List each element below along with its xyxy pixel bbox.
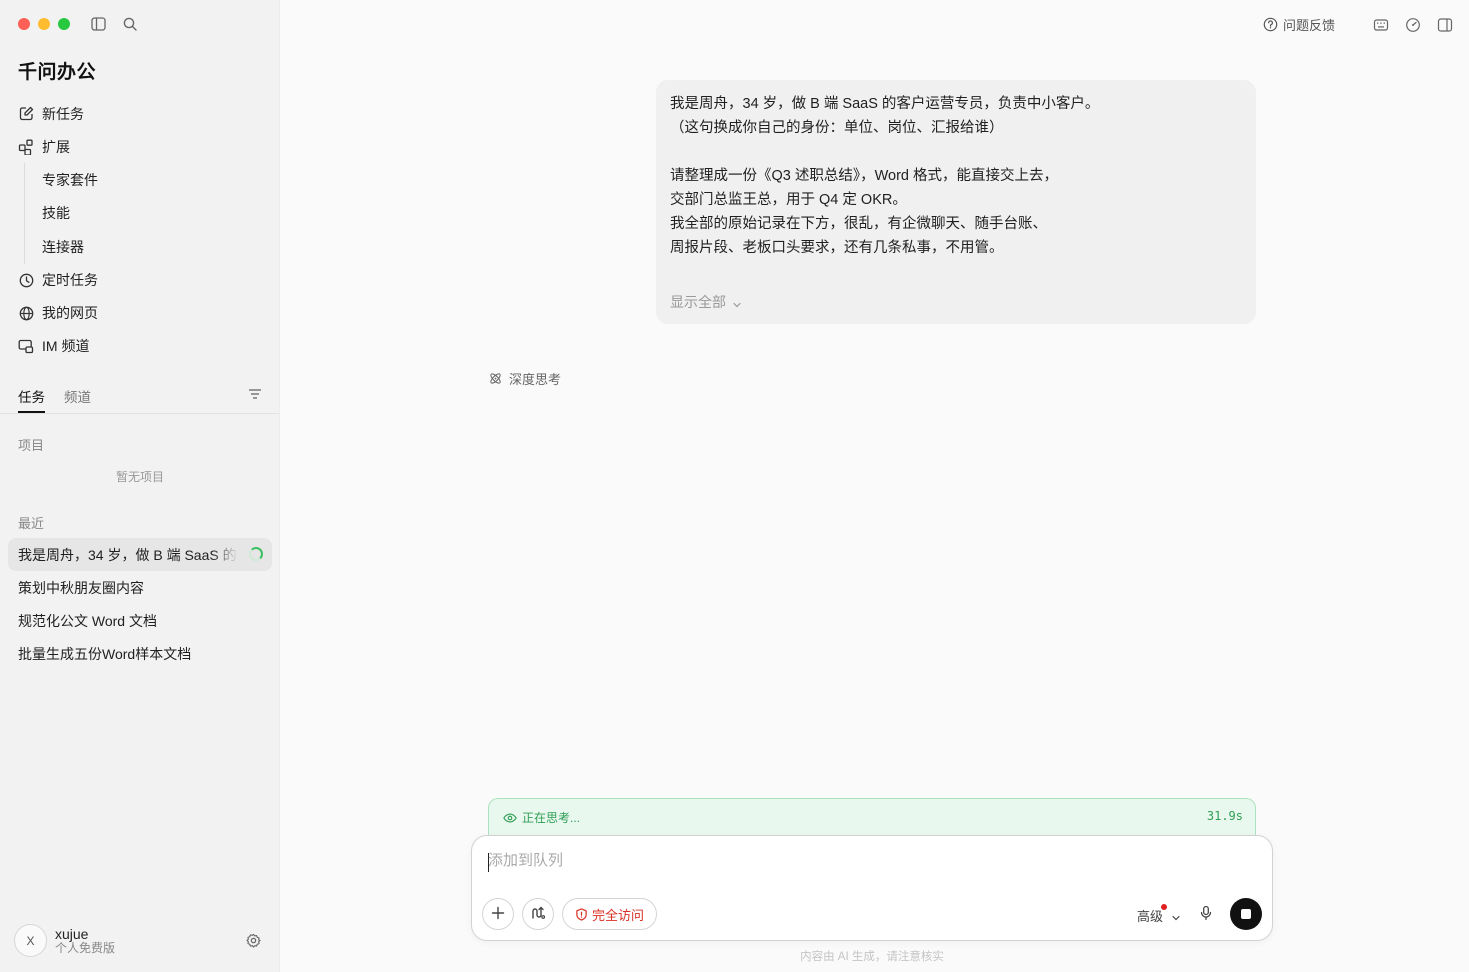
message-line: 交部门总监王总，用于 Q4 定 OKR。 bbox=[670, 192, 907, 208]
nav-my-pages-label: 我的网页 bbox=[42, 305, 98, 321]
user-profile[interactable]: X xujue 个人免费版 bbox=[14, 924, 115, 957]
globe-icon bbox=[18, 305, 34, 321]
extension-icon bbox=[18, 139, 34, 155]
atom-icon bbox=[488, 371, 503, 386]
tab-channels[interactable]: 频道 bbox=[64, 386, 91, 406]
message-line bbox=[670, 140, 1242, 164]
message-line: 周报片段、老板口头要求，还有几条私事，不用管。 bbox=[670, 240, 1004, 256]
chat-icon bbox=[18, 338, 34, 354]
chevron-down-icon bbox=[1171, 911, 1181, 921]
edit-icon bbox=[18, 106, 34, 122]
show-all-label: 显示全部 bbox=[670, 294, 726, 310]
composer: 完全访问 高级 bbox=[471, 835, 1273, 941]
notification-dot bbox=[1161, 904, 1167, 910]
ai-disclaimer: 内容由 AI 生成，请注意核实 bbox=[800, 951, 944, 963]
nav-my-pages[interactable]: 我的网页 bbox=[8, 297, 272, 330]
model-level-label: 高级 bbox=[1137, 909, 1164, 924]
recent-item[interactable]: 批量生成五份Word样本文档 bbox=[8, 637, 272, 670]
recent-item-title: 批量生成五份Word样本文档 bbox=[18, 645, 192, 662]
recent-item[interactable]: 规范化公文 Word 文档 bbox=[8, 604, 272, 637]
thinking-status-bar[interactable]: 正在思考... 31.9s bbox=[488, 798, 1256, 838]
shield-icon bbox=[575, 907, 588, 921]
full-access-button[interactable]: 完全访问 bbox=[562, 898, 658, 930]
message-line: 请整理成一份《Q3 述职总结》，Word 格式，能直接交上去， bbox=[670, 168, 1059, 184]
sidebar-tabs: 任务 频道 bbox=[0, 383, 279, 414]
minimize-window-button[interactable] bbox=[38, 18, 50, 30]
tab-tasks[interactable]: 任务 bbox=[18, 386, 45, 413]
route-icon bbox=[530, 906, 546, 923]
recent-item-title: 规范化公文 Word 文档 bbox=[18, 612, 157, 629]
header-toolbar: 问题反馈 bbox=[1263, 15, 1453, 34]
panel-icon[interactable] bbox=[1437, 17, 1453, 33]
user-message: 我是周舟，34 岁，做 B 端 SaaS 的客户运营专员，负责中小客户。 （这句… bbox=[656, 80, 1256, 324]
app-title: 千问办公 bbox=[18, 62, 97, 83]
window-controls bbox=[18, 18, 70, 30]
text-caret bbox=[488, 853, 489, 872]
loading-spinner-icon bbox=[249, 547, 263, 561]
nav-new-task[interactable]: 新任务 bbox=[8, 97, 272, 130]
queue-input[interactable] bbox=[488, 852, 1248, 869]
gauge-icon[interactable] bbox=[1405, 17, 1421, 33]
thinking-timer: 31.9s bbox=[1206, 809, 1243, 823]
show-all-button[interactable]: 显示全部 bbox=[670, 292, 742, 312]
nav-new-task-label: 新任务 bbox=[42, 105, 84, 122]
nav-expert-suite[interactable]: 专家套件 bbox=[25, 163, 272, 197]
user-name: xujue bbox=[55, 925, 89, 942]
sidebar: 千问办公 新任务 扩展 专家套件 技能 连接器 定时任务 我的网页 IM 频道 … bbox=[0, 0, 280, 972]
sidebar-toggle-icon[interactable] bbox=[90, 16, 106, 32]
sidebar-nav: 新任务 扩展 专家套件 技能 连接器 定时任务 我的网页 IM 频道 bbox=[8, 97, 272, 363]
model-level-select[interactable]: 高级 bbox=[1137, 904, 1181, 925]
thinking-label: 正在思考... bbox=[522, 811, 581, 825]
feedback-label: 问题反馈 bbox=[1282, 18, 1335, 33]
mic-icon[interactable] bbox=[1198, 905, 1214, 921]
recent-item-title: 我是周舟，34 岁，做 B 端 SaaS 的客户运营专员 bbox=[18, 546, 238, 563]
nav-im-channel[interactable]: IM 频道 bbox=[8, 330, 272, 363]
nav-scheduled-label: 定时任务 bbox=[42, 272, 98, 288]
clock-icon bbox=[18, 272, 34, 288]
nav-im-channel-label: IM 频道 bbox=[42, 338, 90, 354]
nav-extensions-label: 扩展 bbox=[42, 138, 70, 155]
search-icon[interactable] bbox=[122, 16, 138, 32]
projects-empty-note: 暂无项目 bbox=[115, 470, 164, 484]
feedback-button[interactable]: 问题反馈 bbox=[1263, 15, 1335, 34]
add-attachment-button[interactable] bbox=[482, 898, 514, 930]
nav-connectors[interactable]: 连接器 bbox=[25, 230, 272, 264]
eye-icon bbox=[503, 811, 517, 825]
full-access-label: 完全访问 bbox=[592, 907, 645, 923]
projects-label: 项目 bbox=[18, 438, 45, 453]
keyboard-icon[interactable] bbox=[1373, 17, 1389, 33]
recent-item[interactable]: 我是周舟，34 岁，做 B 端 SaaS 的客户运营专员 bbox=[8, 538, 272, 571]
recent-list: 我是周舟，34 岁，做 B 端 SaaS 的客户运营专员 策划中秋朋友圈内容 规… bbox=[8, 538, 272, 670]
deep-think-label: 深度思考 bbox=[509, 372, 562, 387]
deep-think-toggle[interactable]: 深度思考 bbox=[488, 369, 561, 388]
settings-icon[interactable] bbox=[246, 933, 261, 948]
message-line: 我是周舟，34 岁，做 B 端 SaaS 的客户运营专员，负责中小客户。 bbox=[670, 96, 1100, 112]
recent-item[interactable]: 策划中秋朋友圈内容 bbox=[8, 571, 272, 604]
help-icon bbox=[1263, 17, 1278, 32]
filter-icon[interactable] bbox=[248, 387, 262, 401]
user-plan: 个人免费版 bbox=[55, 940, 116, 955]
extensions-submenu: 专家套件 技能 连接器 bbox=[24, 163, 272, 264]
nav-extensions[interactable]: 扩展 bbox=[8, 130, 272, 163]
recent-item-title: 策划中秋朋友圈内容 bbox=[18, 579, 144, 596]
chevron-down-icon bbox=[732, 297, 742, 308]
recent-label: 最近 bbox=[18, 516, 45, 531]
message-line: （这句换成你自己的身份：单位、岗位、汇报给谁） bbox=[670, 120, 1004, 136]
avatar: X bbox=[14, 924, 47, 957]
close-window-button[interactable] bbox=[18, 18, 30, 30]
stop-button[interactable] bbox=[1230, 898, 1262, 930]
message-line: 我全部的原始记录在下方，很乱，有企微聊天、随手台账、 bbox=[670, 216, 1047, 232]
nav-scheduled-tasks[interactable]: 定时任务 bbox=[8, 264, 272, 297]
zoom-window-button[interactable] bbox=[58, 18, 70, 30]
workflow-button[interactable] bbox=[522, 898, 554, 930]
nav-skills[interactable]: 技能 bbox=[25, 197, 272, 231]
plus-icon bbox=[491, 906, 505, 923]
stop-icon bbox=[1241, 909, 1251, 919]
